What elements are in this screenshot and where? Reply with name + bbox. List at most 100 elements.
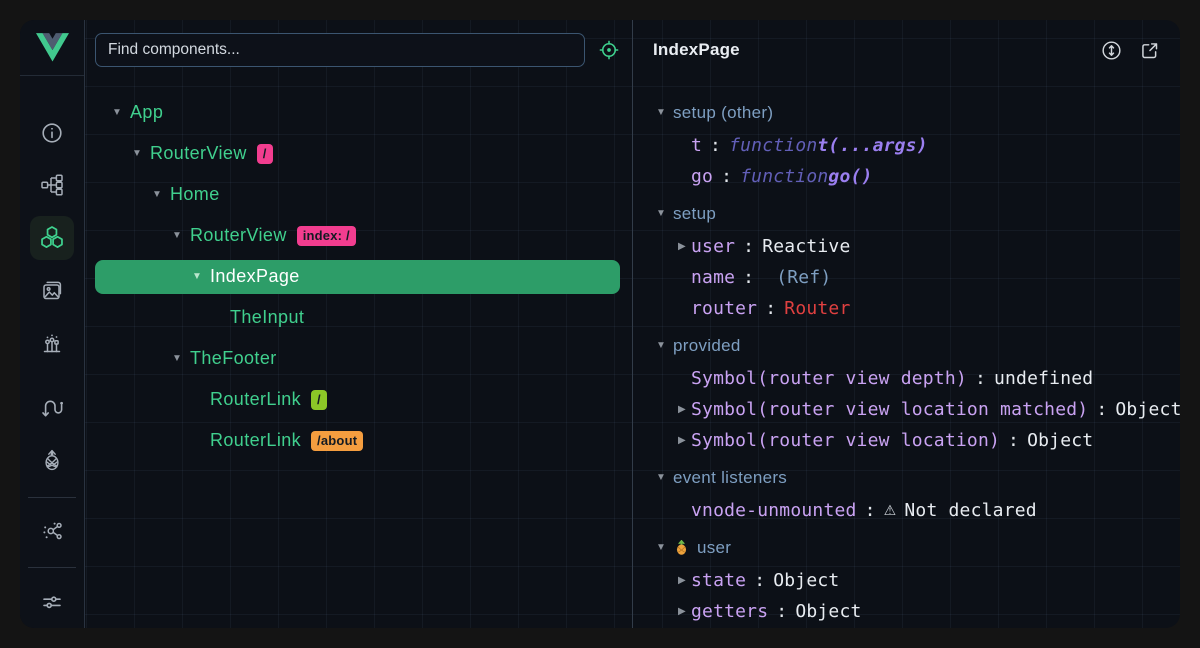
key-value-separator: : — [768, 601, 795, 622]
expand-arrow-icon[interactable]: ▼ — [172, 230, 190, 241]
section-label: user — [697, 538, 731, 558]
section-header-provided[interactable]: ▼provided — [633, 328, 1180, 363]
expand-arrow-icon[interactable]: ▶ — [678, 404, 691, 415]
tree-node-label: IndexPage — [210, 266, 300, 287]
inspector-section: ▼setup (other)t:function t(...args)go:fu… — [633, 95, 1180, 192]
expand-arrow-icon[interactable]: ▼ — [132, 148, 150, 159]
state-row: name:(Ref) — [633, 262, 1180, 293]
expand-arrow-icon[interactable]: ▶ — [678, 241, 691, 252]
inspector-section: ▼setup▶user:Reactivename:(Ref)router:Rou… — [633, 196, 1180, 324]
state-key: router — [691, 298, 757, 319]
state-key: Symbol(router view depth) — [691, 368, 967, 389]
key-value-separator: : — [713, 166, 740, 187]
expand-collapse-icon[interactable] — [1100, 39, 1123, 62]
open-in-editor-icon[interactable] — [1139, 40, 1160, 61]
components-hexagons-icon[interactable] — [20, 211, 84, 264]
router-icon[interactable] — [20, 381, 84, 434]
section-header-user[interactable]: ▼ user — [633, 530, 1180, 565]
inspector-section: ▼ user ▶state:Object▶getters:Object — [633, 530, 1180, 627]
key-value-separator: : — [967, 368, 994, 389]
expand-arrow-icon[interactable]: ▼ — [112, 107, 130, 118]
state-row[interactable]: ▶state:Object — [633, 565, 1180, 596]
graph-icon[interactable] — [20, 505, 84, 558]
inspector-section: ▼providedSymbol(router view depth):undef… — [633, 328, 1180, 456]
sidebar — [20, 20, 85, 628]
expand-arrow-icon[interactable]: ▶ — [678, 435, 691, 446]
devtools-window: ▼App▼RouterView/▼Home▼RouterViewindex: /… — [20, 20, 1180, 628]
tree-node-routerview[interactable]: ▼RouterViewindex: / — [95, 215, 620, 256]
inspector-content: ▼setup (other)t:function t(...args)go:fu… — [633, 80, 1180, 627]
timeline-icon[interactable] — [20, 317, 84, 370]
key-value-separator: : — [746, 570, 773, 591]
function-keyword: function — [729, 135, 817, 156]
section-label: setup (other) — [673, 103, 773, 123]
route-badge: index: / — [297, 226, 356, 246]
tree-node-label: RouterView — [150, 143, 247, 164]
vue-logo[interactable] — [20, 20, 84, 76]
section-header-setup-other-[interactable]: ▼setup (other) — [633, 95, 1180, 130]
locate-target-icon[interactable] — [598, 39, 620, 61]
tree-node-routerlink[interactable]: RouterLink / — [95, 379, 620, 420]
section-label: setup — [673, 204, 716, 224]
components-panel: ▼App▼RouterView/▼Home▼RouterViewindex: /… — [84, 20, 633, 628]
state-row: t:function t(...args) — [633, 130, 1180, 161]
tree-node-label: Home — [170, 184, 220, 205]
info-icon[interactable] — [20, 106, 84, 159]
tree-node-theinput[interactable]: TheInput — [95, 297, 620, 338]
state-row[interactable]: ▶Symbol(router view location):Object — [633, 425, 1180, 456]
state-key: vnode-unmounted — [691, 500, 857, 521]
state-value: Reactive — [762, 236, 850, 257]
section-label: provided — [673, 336, 741, 356]
state-row: Symbol(router view depth):undefined — [633, 363, 1180, 394]
section-collapse-icon[interactable]: ▼ — [656, 208, 673, 219]
tree-node-label: App — [130, 102, 163, 123]
state-key: Symbol(router view location) — [691, 430, 1000, 451]
section-label: event listeners — [673, 468, 787, 488]
state-key: go — [691, 166, 713, 187]
expand-arrow-icon[interactable]: ▼ — [192, 271, 210, 282]
state-value: Object — [773, 570, 839, 591]
expand-arrow-icon[interactable]: ▶ — [678, 606, 691, 617]
section-collapse-icon[interactable]: ▼ — [656, 542, 673, 553]
section-collapse-icon[interactable]: ▼ — [656, 107, 673, 118]
component-tree-icon[interactable] — [20, 159, 84, 212]
state-value: undefined — [994, 368, 1093, 389]
state-key: name — [691, 267, 735, 288]
route-badge: / — [311, 390, 327, 410]
inspector-section: ▼event listenersvnode-unmounted:⚠Not dec… — [633, 460, 1180, 526]
state-value: Router — [784, 298, 850, 319]
state-row[interactable]: ▶Symbol(router view location matched):Ob… — [633, 394, 1180, 425]
section-header-setup[interactable]: ▼setup — [633, 196, 1180, 231]
state-row[interactable]: ▶getters:Object — [633, 596, 1180, 627]
expand-arrow-icon[interactable]: ▶ — [678, 575, 691, 586]
state-value: Object — [1115, 399, 1180, 420]
section-collapse-icon[interactable]: ▼ — [656, 340, 673, 351]
tree-node-routerlink[interactable]: RouterLink/about — [95, 420, 620, 461]
expand-arrow-icon[interactable]: ▼ — [152, 189, 170, 200]
key-value-separator: : — [757, 298, 784, 319]
tree-node-label: TheFooter — [190, 348, 277, 369]
state-row: go:function go() — [633, 161, 1180, 192]
tree-node-app[interactable]: ▼App — [95, 92, 620, 133]
key-value-separator: : — [735, 267, 762, 288]
inspector-panel: IndexPage ▼setup (other)t:function t(...… — [633, 20, 1180, 628]
state-key: user — [691, 236, 735, 257]
tree-node-label: RouterLink — [210, 389, 301, 410]
route-badge: /about — [311, 431, 363, 451]
expand-arrow-icon[interactable]: ▼ — [172, 353, 190, 364]
tree-node-label: RouterLink — [210, 430, 301, 451]
state-row[interactable]: ▶user:Reactive — [633, 231, 1180, 262]
settings-icon[interactable] — [20, 576, 84, 629]
pinia-pineapple-icon — [673, 539, 690, 556]
tree-node-routerview[interactable]: ▼RouterView/ — [95, 133, 620, 174]
component-tree: ▼App▼RouterView/▼Home▼RouterViewindex: /… — [84, 80, 632, 461]
search-input[interactable] — [95, 33, 585, 67]
section-collapse-icon[interactable]: ▼ — [656, 472, 673, 483]
pinia-pineapple-icon[interactable] — [20, 434, 84, 487]
section-header-event-listeners[interactable]: ▼event listeners — [633, 460, 1180, 495]
tree-node-home[interactable]: ▼Home — [95, 174, 620, 215]
tree-node-indexpage[interactable]: ▼IndexPage — [95, 260, 620, 294]
assets-image-icon[interactable] — [20, 264, 84, 317]
state-value: Not declared — [904, 500, 1036, 521]
tree-node-thefooter[interactable]: ▼TheFooter — [95, 338, 620, 379]
